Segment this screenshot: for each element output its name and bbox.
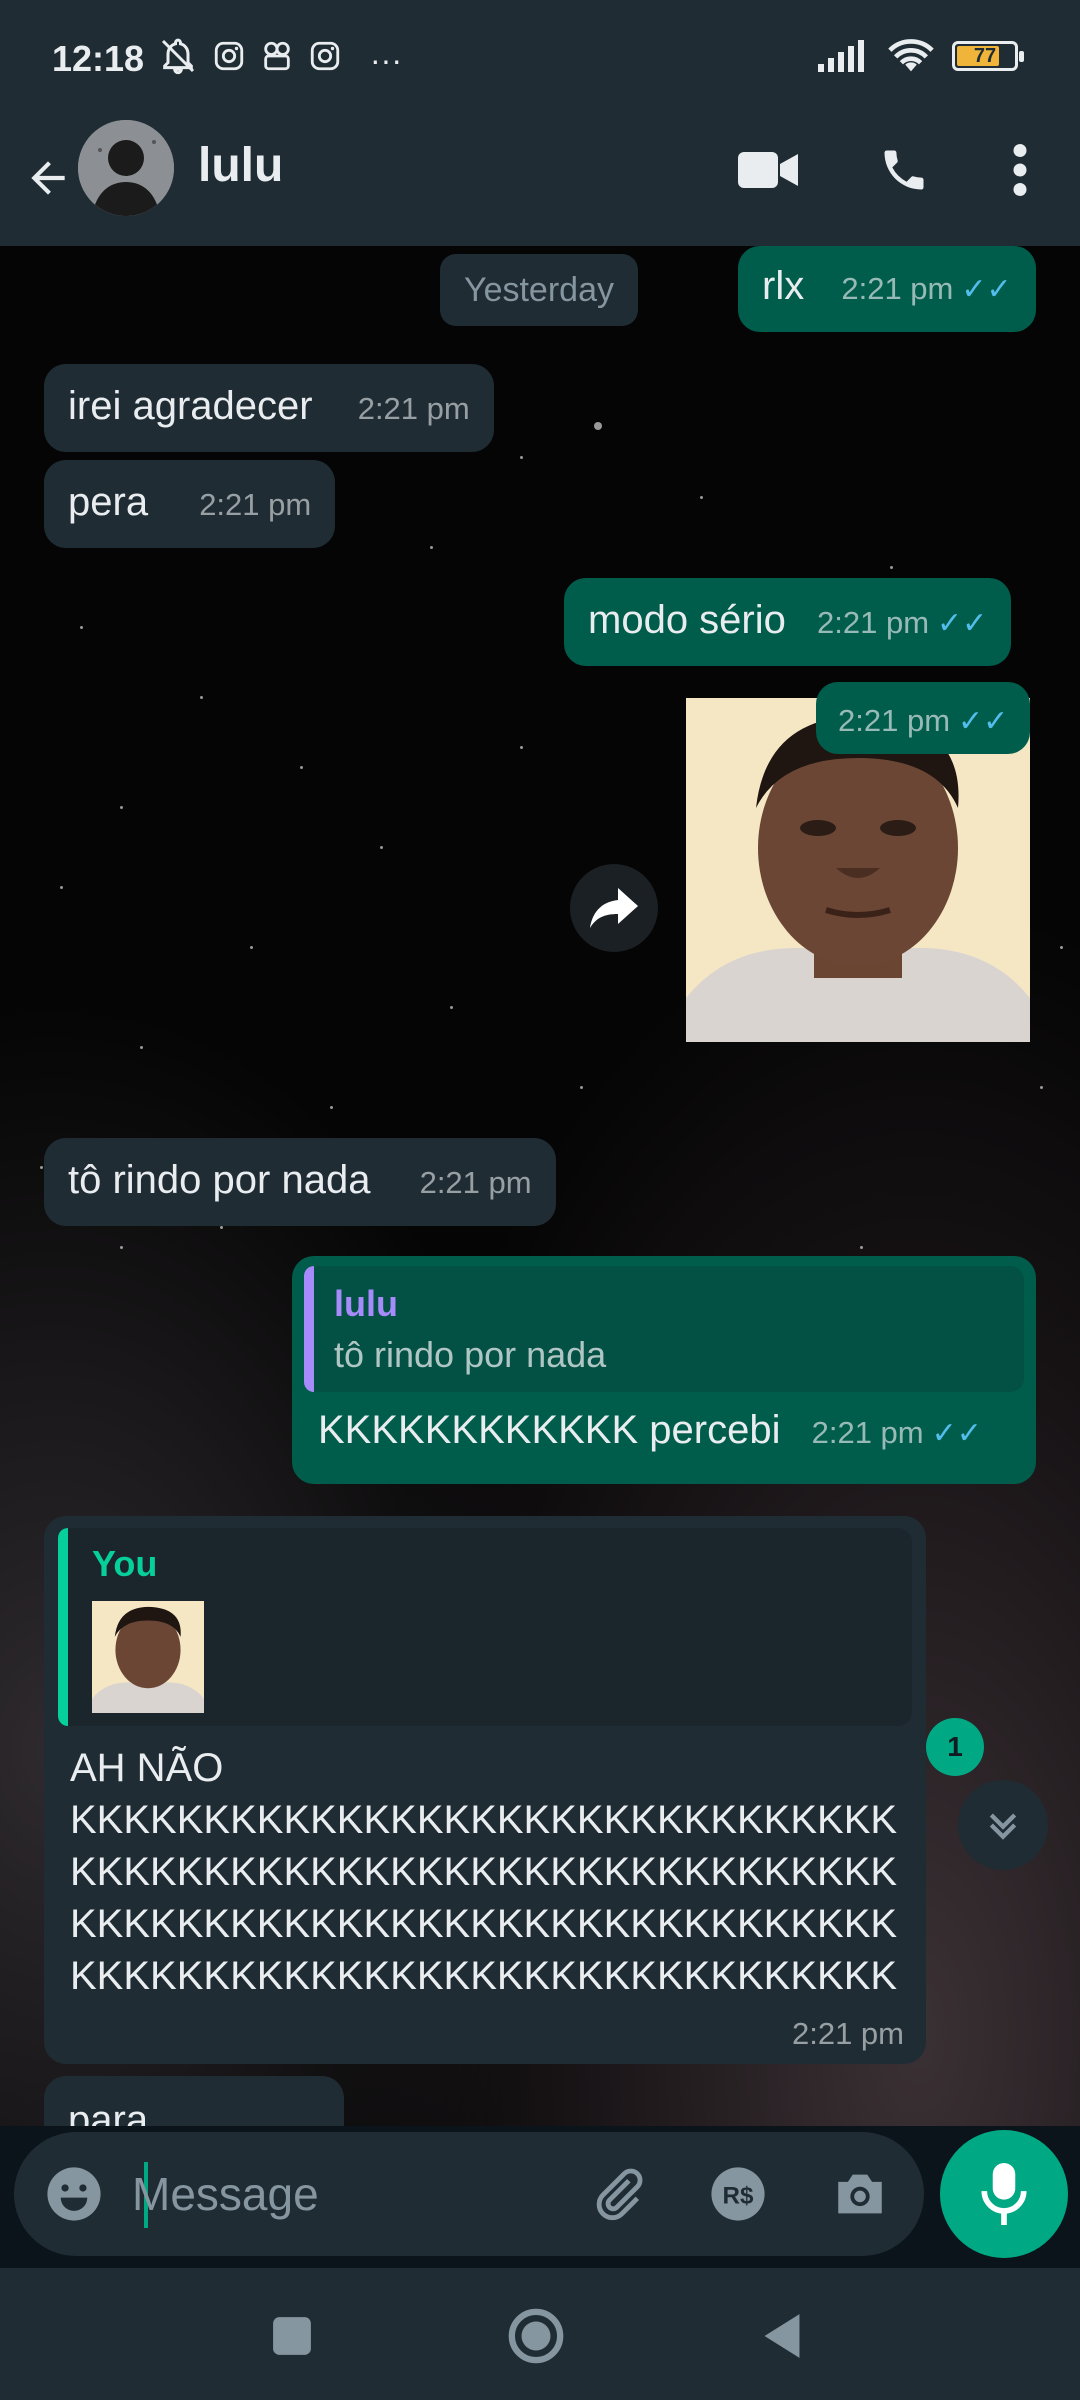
message-text: rlx: [762, 264, 805, 308]
quoted-message[interactable]: You: [58, 1528, 912, 1726]
double-check-icon: ✓✓: [931, 1417, 982, 1451]
mic-icon: [981, 2163, 1027, 2225]
wifi-icon: [888, 39, 934, 72]
scroll-to-bottom-button[interactable]: [958, 1780, 1048, 1870]
capcut-icon: [260, 39, 294, 81]
message-input[interactable]: [132, 2162, 572, 2226]
camera-icon: [838, 2174, 882, 2214]
voice-call-button[interactable]: [872, 138, 936, 202]
overflow-dots: ···: [370, 41, 402, 78]
status-time: 12:18: [52, 38, 145, 79]
message-bubble-incoming[interactable]: irei agradecer 2:21 pm: [44, 364, 494, 452]
message-time: 2:21 pm: [838, 703, 951, 738]
back-nav-button[interactable]: [752, 2306, 812, 2366]
message-line: AH NÃO: [70, 1746, 224, 1790]
system-nav-bar: [0, 2268, 1080, 2400]
quoted-message[interactable]: lulu tô rindo por nada: [304, 1266, 1024, 1393]
message-time: 2:21 pm: [811, 1415, 924, 1451]
message-text: tô rindo por nada: [68, 1158, 371, 1202]
circle-icon: [508, 2308, 564, 2364]
message-line: KKKKKKKKKKKKKKKKKKKKKKKKKKKKKKK: [70, 1798, 898, 1842]
message-time: 2:21 pm: [419, 1165, 532, 1200]
emoji-button[interactable]: [42, 2162, 106, 2226]
phone-icon: [884, 150, 924, 190]
square-icon: [273, 2317, 311, 2355]
avatar[interactable]: [78, 120, 174, 216]
status-bar: 12:18 ··· 77: [0, 0, 1080, 120]
message-bubble-outgoing[interactable]: rlx 2:21 pm ✓✓: [738, 246, 1036, 332]
payment-icon: R$: [711, 2167, 765, 2221]
quote-author: You: [92, 1543, 158, 1584]
video-call-icon: [738, 152, 798, 188]
voice-record-button[interactable]: [940, 2130, 1068, 2258]
composer: R$: [14, 2132, 924, 2256]
camera-button[interactable]: [828, 2162, 892, 2226]
quote-author: lulu: [334, 1283, 398, 1324]
system-icons: 77: [818, 38, 1024, 74]
emoji-icon: [47, 2167, 101, 2221]
message-bubble-outgoing-reply[interactable]: lulu tô rindo por nada KKKKKKKKKKKK perc…: [292, 1256, 1036, 1484]
home-button[interactable]: [506, 2306, 566, 2366]
chevron-double-down-icon: [989, 1813, 1017, 1840]
image-caption-bubble[interactable]: 2:21 pm ✓✓: [816, 682, 1031, 754]
battery-icon: 77: [952, 41, 1024, 71]
message-text: modo sério: [588, 598, 786, 642]
forward-button[interactable]: [570, 864, 658, 952]
message-time: 2:21 pm: [817, 605, 930, 640]
back-button[interactable]: [18, 148, 78, 208]
contact-name[interactable]: lulu: [198, 138, 283, 193]
back-arrow-icon: [31, 161, 65, 195]
recent-apps-button[interactable]: [262, 2306, 322, 2366]
message-bubble-incoming-reply[interactable]: You AH NÃO KKKKKKKKKKKKKKKKKKKKKKKKKKKKK…: [44, 1516, 926, 2064]
message-line: KKKKKKKKKKKKKKKKKKKKKKKKKKKKKKK: [70, 1902, 898, 1946]
attach-button[interactable]: [586, 2162, 650, 2226]
mute-bell-icon: [158, 36, 198, 84]
notification-icons: ···: [158, 36, 402, 84]
double-check-icon: ✓✓: [937, 607, 988, 640]
double-check-icon: ✓✓: [958, 705, 1009, 738]
message-time: 2:21 pm: [841, 271, 954, 306]
chat-header: lulu: [0, 120, 1080, 246]
chat-area[interactable]: Yesterday rlx 2:21 pm ✓✓ irei agradecer 2…: [0, 246, 1080, 2126]
message-line: KKKKKKKKKKKKKKKKKKKKKKKKKKKKKKK: [70, 1850, 898, 1894]
message-time: 2:21 pm: [791, 2015, 904, 2051]
message-time: 2:21 pm: [199, 487, 312, 522]
more-options-button[interactable]: [988, 138, 1052, 202]
instagram-icon: [308, 39, 342, 81]
triangle-back-icon: [764, 2314, 800, 2358]
forward-icon: [590, 888, 638, 928]
unread-count-badge: 1: [926, 1718, 984, 1776]
quoted-photo-thumbnail: [92, 1601, 204, 1714]
message-text: irei agradecer: [68, 384, 313, 428]
battery-level: 77: [973, 44, 997, 67]
message-text: KKKKKKKKKKKK percebi: [318, 1408, 781, 1453]
message-text: para: [68, 2098, 149, 2126]
message-bubble-incoming[interactable]: pera 2:21 pm: [44, 460, 336, 548]
message-bubble-outgoing[interactable]: modo sério 2:21 pm ✓✓: [564, 578, 1012, 666]
signal-icon: [818, 40, 864, 72]
more-vert-icon: [1013, 144, 1027, 196]
message-bubble-incoming[interactable]: tô rindo por nada 2:21 pm: [44, 1138, 556, 1226]
double-check-icon: ✓✓: [961, 273, 1012, 306]
message-time: 2:21 pm: [357, 391, 470, 426]
payment-button[interactable]: R$: [706, 2162, 770, 2226]
date-chip: Yesterday: [440, 254, 638, 326]
message-line: KKKKKKKKKKKKKKKKKKKKKKKKKKKKKKK: [70, 1954, 898, 1998]
quote-text: tô rindo por nada: [334, 1334, 607, 1376]
message-text: pera: [68, 480, 149, 524]
video-call-button[interactable]: [736, 138, 800, 202]
attach-icon: [596, 2168, 643, 2221]
instagram-icon: [212, 39, 246, 81]
message-bubble-incoming[interactable]: para: [44, 2076, 344, 2126]
svg-text:R$: R$: [723, 2183, 754, 2210]
